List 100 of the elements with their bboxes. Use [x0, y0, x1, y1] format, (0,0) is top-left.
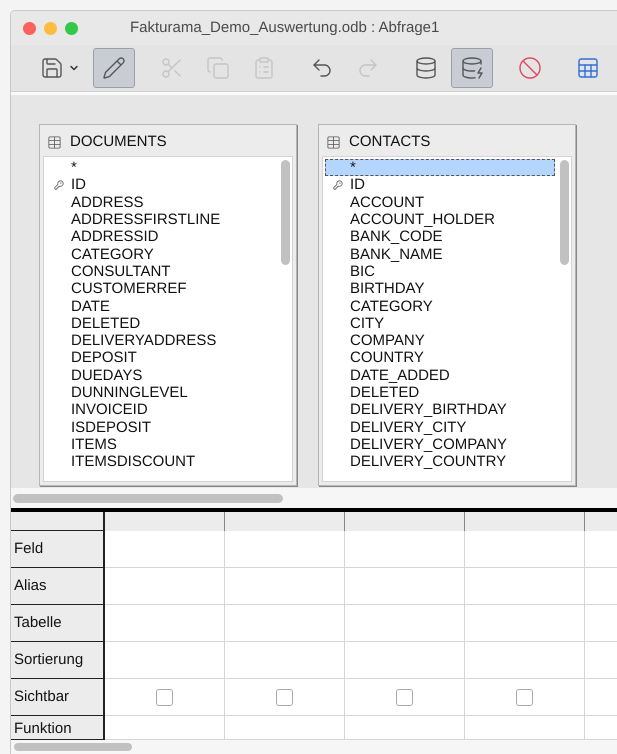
column-header[interactable] [345, 512, 465, 531]
toolbar-button[interactable] [451, 48, 493, 88]
database-icon [414, 56, 438, 80]
field-name: INVOICEID [71, 401, 148, 418]
table-window[interactable]: CONTACTS * ID ACCOUNT ACCOUNT_HOLDER BANK_CODE BANK_NAME BIC BIRTHDAY CATEGORY CITY COMPANY COUNTRY DATE_ADDED DELETED DELIVERY_BIRTHDAY DELIVERY_CITY DELIVERY_COMPANY DELIVERY_COUNTRY [318, 124, 576, 486]
field-item[interactable]: DELETED [325, 384, 555, 402]
field-item[interactable]: ADDRESSFIRSTLINE [46, 210, 276, 228]
field-item[interactable]: BANK_CODE [325, 228, 555, 246]
field-item[interactable]: DELIVERY_COUNTRY [325, 453, 555, 470]
grid-cell[interactable] [225, 568, 345, 605]
field-item[interactable]: ID [325, 176, 555, 194]
grid-cell[interactable] [105, 605, 225, 642]
grid-cell[interactable] [225, 679, 345, 716]
field-item[interactable]: DELIVERYADDRESS [46, 332, 276, 350]
toolbar-button[interactable] [93, 48, 135, 88]
field-item[interactable]: ITEMSDISCOUNT [46, 453, 276, 470]
grid-cell[interactable] [465, 605, 585, 642]
table-icon [326, 134, 341, 150]
grid-cell[interactable] [105, 679, 225, 716]
field-name: DELIVERY_COUNTRY [350, 453, 506, 470]
field-item[interactable]: CATEGORY [325, 297, 555, 315]
grid-cell[interactable] [105, 642, 225, 679]
field-name: DEPOSIT [71, 349, 137, 366]
grid-cell[interactable] [225, 531, 345, 568]
maximize-button[interactable] [65, 22, 78, 34]
field-item[interactable]: DELIVERY_CITY [325, 418, 555, 436]
field-item[interactable]: DELIVERY_COMPANY [325, 436, 555, 454]
field-name: DELIVERY_COMPANY [350, 436, 507, 453]
checkbox[interactable] [516, 688, 533, 706]
checkbox[interactable] [276, 688, 293, 706]
checkbox[interactable] [156, 688, 173, 706]
field-name: ID [350, 176, 365, 194]
field-name: CUSTOMERREF [71, 280, 187, 298]
field-name: DATE [71, 298, 110, 315]
field-item[interactable]: ISDEPOSIT [46, 418, 276, 436]
field-item[interactable]: CONSULTANT [46, 262, 276, 280]
minimize-button[interactable] [44, 22, 57, 34]
field-name: DATE_ADDED [350, 366, 450, 384]
column-header[interactable] [105, 512, 225, 531]
checkbox[interactable] [396, 688, 413, 706]
field-item[interactable]: * [325, 159, 555, 176]
grid-cell[interactable] [225, 642, 345, 679]
grid-cell[interactable] [345, 679, 465, 716]
grid-cell[interactable] [345, 568, 465, 605]
scrollbar-thumb[interactable] [280, 160, 290, 265]
field-item[interactable]: CUSTOMERREF [46, 280, 276, 298]
scrollbar-thumb[interactable] [560, 160, 568, 265]
grid-cell[interactable] [345, 605, 465, 642]
table-title: DOCUMENTS [70, 132, 167, 152]
field-item[interactable]: DELETED [46, 314, 276, 332]
field-item[interactable]: DUEDAYS [46, 366, 276, 384]
column-header[interactable] [225, 512, 345, 531]
field-item[interactable]: ADDRESS [46, 194, 276, 211]
field-name: COMPANY [350, 332, 425, 350]
close-button[interactable] [23, 22, 36, 34]
field-item[interactable]: CATEGORY [46, 245, 276, 263]
field-name: DELETED [350, 384, 420, 402]
grid-cell[interactable] [225, 605, 345, 642]
field-item[interactable]: ADDRESSID [46, 228, 276, 246]
splitter-bar[interactable] [11, 508, 617, 512]
row-header: Tabelle [14, 614, 62, 631]
field-item[interactable]: ACCOUNT [325, 194, 555, 211]
row-header: Sichtbar [14, 688, 70, 705]
grid-cell[interactable] [105, 568, 225, 605]
table-window[interactable]: DOCUMENTS * ID ADDRESS ADDRESSFIRSTLINE ADDRESSID CATEGORY CONSULTANT CUSTOMERREF DATE DELETED DELIVERYADDRESS DEPOSIT DUEDAYS DUNNINGLEVEL INVOICEID ISDEPOSIT ITEMS ITEMSDISCOUNT [39, 124, 297, 486]
field-item[interactable]: DATE_ADDED [325, 366, 555, 384]
grid-cell[interactable] [345, 531, 465, 568]
scrollbar-thumb[interactable] [14, 743, 132, 751]
grid-cell[interactable] [465, 568, 585, 605]
field-name: BIRTHDAY [350, 280, 424, 298]
field-item[interactable]: * [46, 159, 276, 176]
field-item[interactable]: DUNNINGLEVEL [46, 384, 276, 402]
field-item[interactable]: ACCOUNT_HOLDER [325, 210, 555, 228]
grid-cell[interactable] [465, 642, 585, 679]
prohibited-icon [518, 56, 542, 80]
grid-cell[interactable] [345, 642, 465, 679]
column-header[interactable] [465, 512, 585, 531]
field-item[interactable]: COUNTRY [325, 349, 555, 367]
field-name: CITY [350, 314, 384, 332]
field-name: BIC [350, 262, 376, 280]
field-item[interactable]: DATE [46, 297, 276, 315]
field-name: ADDRESSFIRSTLINE [71, 211, 220, 228]
field-item[interactable]: ITEMS [46, 436, 276, 454]
field-item[interactable]: BIC [325, 262, 555, 280]
field-item[interactable]: COMPANY [325, 332, 555, 350]
grid-cell[interactable] [105, 531, 225, 568]
field-name: DELIVERY_BIRTHDAY [350, 401, 507, 418]
field-name: DELIVERY_CITY [350, 418, 466, 436]
field-item[interactable]: ID [46, 176, 276, 194]
field-name: CONSULTANT [71, 262, 170, 280]
field-item[interactable]: DELIVERY_BIRTHDAY [325, 401, 555, 418]
field-name: BANK_CODE [350, 228, 443, 246]
field-item[interactable]: BIRTHDAY [325, 280, 555, 298]
scrollbar-thumb[interactable] [13, 494, 283, 502]
grid-cell[interactable] [465, 679, 585, 716]
field-item[interactable]: CITY [325, 314, 555, 332]
field-item[interactable]: DEPOSIT [46, 349, 276, 367]
grid-cell[interactable] [465, 531, 585, 568]
field-item[interactable]: INVOICEID [46, 401, 276, 418]
field-item[interactable]: BANK_NAME [325, 245, 555, 263]
